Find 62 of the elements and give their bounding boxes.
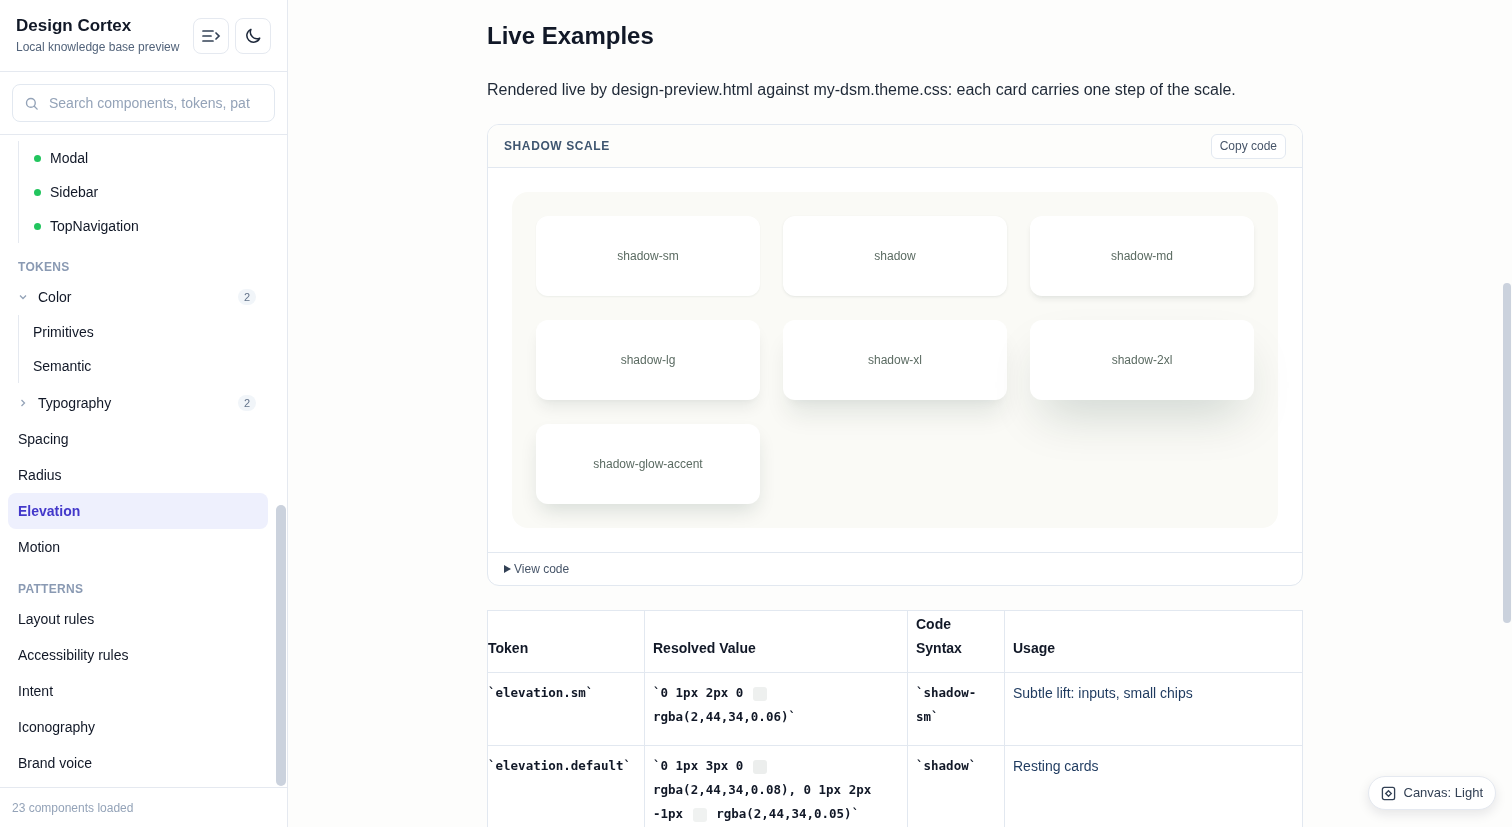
- example-title: SHADOW SCALE: [504, 138, 610, 155]
- nav-link[interactable]: Accessibility rules: [8, 637, 268, 673]
- component-item[interactable]: Modal: [19, 141, 268, 175]
- column-header: Token: [487, 610, 645, 673]
- tree-item[interactable]: Color 2: [8, 279, 268, 315]
- shadow-sample-card: shadow-lg: [536, 320, 760, 400]
- section-heading: PATTERNS: [17, 581, 85, 598]
- count-badge: 2: [237, 394, 256, 412]
- tree-child-link[interactable]: Primitives: [19, 315, 268, 349]
- nav-link[interactable]: Elevation: [8, 493, 268, 529]
- column-header: Usage: [1004, 610, 1303, 673]
- nav-link[interactable]: Motion: [8, 529, 268, 565]
- shadow-sample-card: shadow-2xl: [1030, 320, 1254, 400]
- column-header: Code Syntax: [907, 610, 1005, 673]
- view-code-toggle[interactable]: View code: [504, 560, 570, 578]
- app-title: Design Cortex: [16, 15, 133, 36]
- intro-paragraph: Rendered live by design-preview.html against my-dsm.theme.css: each card carries one step of the scale.: [487, 80, 1237, 100]
- nav-link[interactable]: Radius: [8, 457, 268, 493]
- table-cell: `elevation.default`: [487, 745, 645, 827]
- search-field[interactable]: Search components, tokens, pat: [12, 84, 275, 122]
- triangle-right-icon: [504, 565, 511, 573]
- shadow-sample-card: shadow: [783, 216, 1007, 296]
- item-label: Sidebar: [50, 182, 99, 202]
- nav-link[interactable]: Spacing: [8, 421, 268, 457]
- table-cell: `0 1px 2px 0 rgba(2,44,34,0.06)`: [653, 685, 796, 724]
- item-label: TopNavigation: [50, 216, 139, 236]
- table-cell: `elevation.sm`: [487, 672, 645, 746]
- table-cell: Subtle lift: inputs, small chips: [1004, 672, 1303, 746]
- nav-link[interactable]: Layout rules: [8, 601, 268, 637]
- page-heading: Live Examples: [487, 21, 655, 51]
- item-label: Typography: [38, 393, 113, 413]
- table-cell: `0 1px 3px 0 rgba(2,44,34,0.08), 0 1px 2px -1px rgba(2,44,34,0.05)`: [653, 758, 872, 821]
- item-label: Modal: [50, 148, 89, 168]
- nav-link[interactable]: Iconography: [8, 709, 268, 745]
- canvas-icon: [1380, 785, 1396, 801]
- shadow-sample-card: shadow-xl: [783, 320, 1007, 400]
- status-text: 23 components loaded: [0, 787, 287, 827]
- chevron-right-icon: [18, 398, 28, 408]
- canvas-toggle-button[interactable]: Canvas: Light: [1367, 776, 1496, 810]
- table-cell: `shadow-sm`: [907, 672, 1005, 746]
- item-label: Color: [38, 287, 73, 307]
- search-icon: [24, 96, 39, 111]
- collapse-sidebar-button[interactable]: [193, 17, 229, 54]
- chevron-down-icon: [18, 292, 28, 302]
- nav-link[interactable]: Brand voice: [8, 745, 268, 781]
- component-item[interactable]: Sidebar: [19, 175, 268, 209]
- shadow-sample-card: shadow-sm: [536, 216, 760, 296]
- tree-item[interactable]: Typography 2: [8, 385, 268, 421]
- app-subtitle: Local knowledge base preview: [16, 38, 180, 56]
- scrollbar-thumb[interactable]: [1503, 283, 1511, 623]
- component-item[interactable]: TopNavigation: [19, 209, 268, 243]
- dark-mode-button[interactable]: [235, 17, 271, 54]
- section-heading: TOKENS: [17, 259, 71, 276]
- menu-icon: [201, 27, 221, 44]
- column-header: Resolved Value: [644, 610, 908, 673]
- shadow-sample-card: shadow-glow-accent: [536, 424, 760, 504]
- shadow-sample-card: shadow-md: [1030, 216, 1254, 296]
- copy-code-button[interactable]: Copy code: [1210, 133, 1286, 159]
- tree-child-link[interactable]: Semantic: [19, 349, 268, 383]
- count-badge: 2: [237, 288, 256, 306]
- scrollbar-thumb[interactable]: [276, 505, 286, 786]
- nav-link[interactable]: Intent: [8, 673, 268, 709]
